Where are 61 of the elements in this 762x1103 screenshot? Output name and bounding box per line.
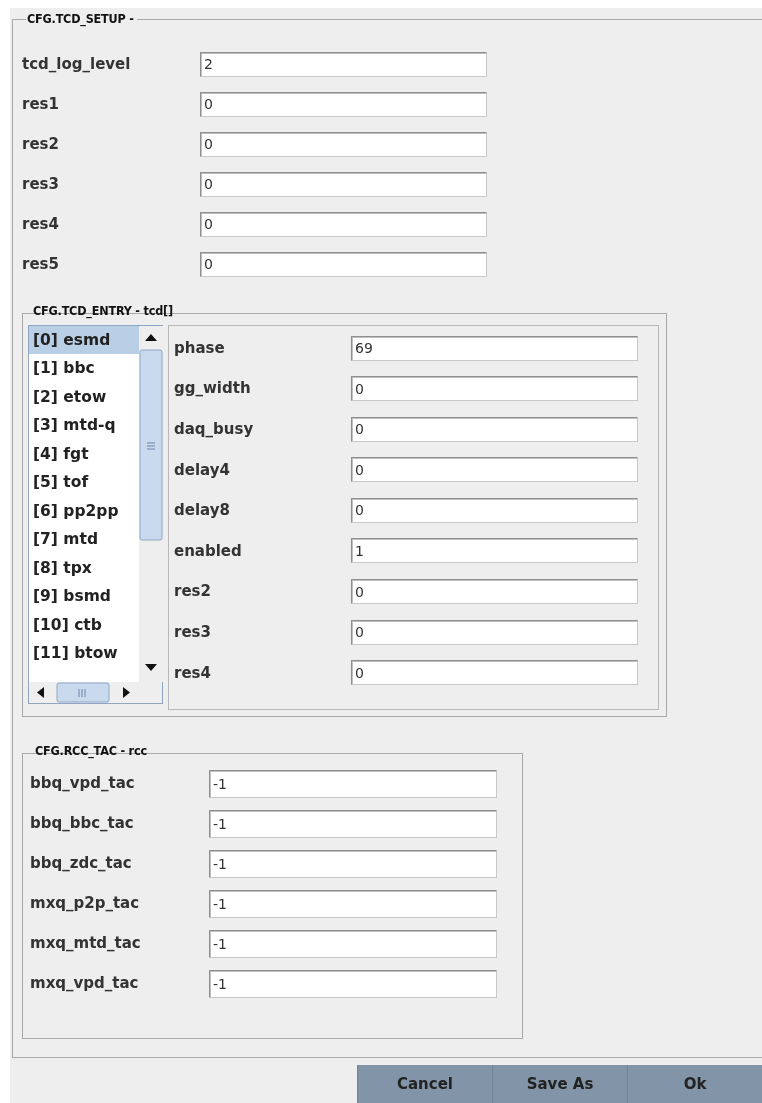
input-field[interactable]: 0 xyxy=(200,171,487,197)
list-item[interactable]: [3] mtd-q xyxy=(29,411,139,440)
input-field[interactable]: 0 xyxy=(351,619,638,645)
input-field[interactable]: -1 xyxy=(209,969,497,998)
group-title: CFG.RCC_TAC - rcc xyxy=(34,744,148,757)
field-label: gg_width xyxy=(174,378,252,400)
field-label: bbq_bbc_tac xyxy=(30,813,135,835)
field-label: mxq_p2p_tac xyxy=(30,893,141,915)
dialog-button[interactable]: Save As xyxy=(492,1065,627,1103)
field-label: res3 xyxy=(174,621,212,643)
list-item[interactable]: [11] btow xyxy=(29,639,139,668)
input-field[interactable]: -1 xyxy=(209,769,497,798)
input-field[interactable]: 0 xyxy=(200,131,487,157)
field-label: res1 xyxy=(22,93,60,115)
field-label: res2 xyxy=(22,133,60,155)
field-label: res2 xyxy=(174,581,212,603)
field-label: res5 xyxy=(22,253,60,275)
input-field[interactable]: 0 xyxy=(200,251,487,277)
input-field[interactable]: -1 xyxy=(209,849,497,878)
field-label: delay4 xyxy=(174,459,231,481)
list-item[interactable]: [7] mtd xyxy=(29,525,139,554)
field-label: res4 xyxy=(22,213,60,235)
list-item[interactable]: [1] bbc xyxy=(29,354,139,383)
field-label: delay8 xyxy=(174,500,231,522)
input-field[interactable]: -1 xyxy=(209,809,497,838)
field-label: enabled xyxy=(174,540,243,562)
input-field[interactable]: -1 xyxy=(209,889,497,918)
input-field[interactable]: 0 xyxy=(351,579,638,605)
input-field[interactable]: 69 xyxy=(351,335,638,361)
list-item[interactable]: [6] pp2pp xyxy=(29,496,139,525)
dialog-button[interactable]: Ok xyxy=(627,1065,762,1103)
list-item[interactable]: [8] tpx xyxy=(29,553,139,582)
field-label: bbq_zdc_tac xyxy=(30,853,133,875)
list-item[interactable]: [10] ctb xyxy=(29,610,139,639)
input-field[interactable]: 0 xyxy=(351,497,638,523)
field-label: mxq_mtd_tac xyxy=(30,933,142,955)
input-field[interactable]: 0 xyxy=(200,91,487,117)
list-item[interactable]: [4] fgt xyxy=(29,439,139,468)
dialog-button[interactable]: Cancel xyxy=(357,1065,492,1103)
field-label: phase xyxy=(174,337,226,359)
group-title: CFG.TCD_ENTRY - tcd[] xyxy=(32,304,174,317)
vertical-scrollbar[interactable] xyxy=(139,325,163,682)
list-item[interactable]: [5] tof xyxy=(29,468,139,497)
input-field[interactable]: 0 xyxy=(200,211,487,237)
field-label: tcd_log_level xyxy=(22,53,132,75)
group-title: CFG.TCD_SETUP - xyxy=(26,13,135,26)
input-field[interactable]: 2 xyxy=(200,51,487,77)
input-field[interactable]: 0 xyxy=(351,376,638,402)
field-label: res3 xyxy=(22,173,60,195)
field-label: res4 xyxy=(174,662,212,684)
field-label: bbq_vpd_tac xyxy=(30,773,136,795)
input-field[interactable]: 0 xyxy=(351,416,638,442)
list-item[interactable]: [2] etow xyxy=(29,382,139,411)
field-label: daq_busy xyxy=(174,418,255,440)
input-field[interactable]: 0 xyxy=(351,457,638,483)
list-item[interactable]: [0] esmd xyxy=(29,325,139,354)
list-item[interactable]: [9] bsmd xyxy=(29,582,139,611)
field-label: mxq_vpd_tac xyxy=(30,973,140,995)
input-field[interactable]: 0 xyxy=(351,660,638,686)
input-field[interactable]: 1 xyxy=(351,538,638,564)
input-field[interactable]: -1 xyxy=(209,929,497,958)
